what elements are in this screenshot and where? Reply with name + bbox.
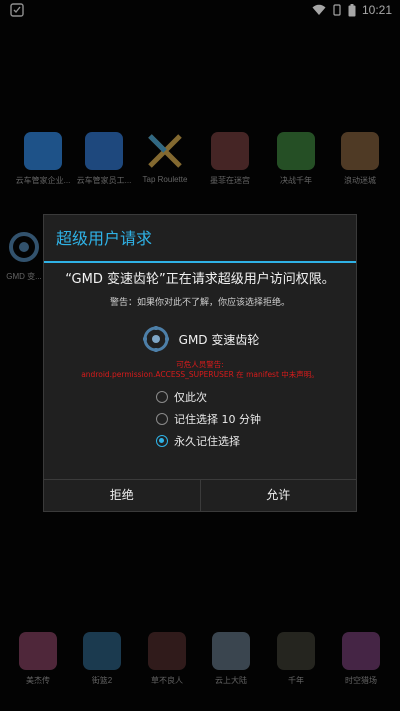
dialog-actions: 拒绝 允许 bbox=[44, 479, 356, 511]
option-forever[interactable]: 永久记住选择 bbox=[156, 430, 348, 452]
deny-button[interactable]: 拒绝 bbox=[44, 480, 200, 511]
option-label: 仅此次 bbox=[174, 391, 207, 404]
gear-icon bbox=[142, 326, 169, 352]
dialog-warning: 警告：如果你对此不了解，你应该选择拒绝。 bbox=[109, 298, 290, 308]
option-label: 永久记住选择 bbox=[174, 435, 240, 448]
security-warning-detail: android.permission.ACCESS_SUPERUSER 在 ma… bbox=[81, 370, 319, 379]
allow-button[interactable]: 允许 bbox=[199, 480, 357, 511]
radio-selected-icon bbox=[156, 435, 168, 447]
security-warning-title: 可危人员警告: bbox=[176, 360, 224, 369]
app-name: GMD 变速齿轮 bbox=[178, 332, 260, 347]
superuser-dialog: 超级用户请求 “GMD 变速齿轮”正在请求超级用户访问权限。 警告：如果你对此不… bbox=[43, 214, 357, 512]
remember-options: 仅此次 记住选择 10 分钟 永久记住选择 bbox=[52, 386, 348, 452]
option-label: 记住选择 10 分钟 bbox=[174, 413, 261, 426]
security-warning: 可危人员警告: android.permission.ACCESS_SUPERU… bbox=[52, 360, 348, 380]
option-10-minutes[interactable]: 记住选择 10 分钟 bbox=[156, 408, 348, 430]
radio-icon bbox=[156, 391, 168, 403]
option-once[interactable]: 仅此次 bbox=[156, 386, 348, 408]
dialog-title: 超级用户请求 bbox=[44, 215, 356, 263]
radio-icon bbox=[156, 413, 168, 425]
dialog-message: “GMD 变速齿轮”正在请求超级用户访问权限。 bbox=[65, 272, 335, 287]
requesting-app: GMD 变速齿轮 bbox=[52, 324, 348, 354]
dialog-body: “GMD 变速齿轮”正在请求超级用户访问权限。 警告：如果你对此不了解，你应该选… bbox=[44, 271, 356, 452]
